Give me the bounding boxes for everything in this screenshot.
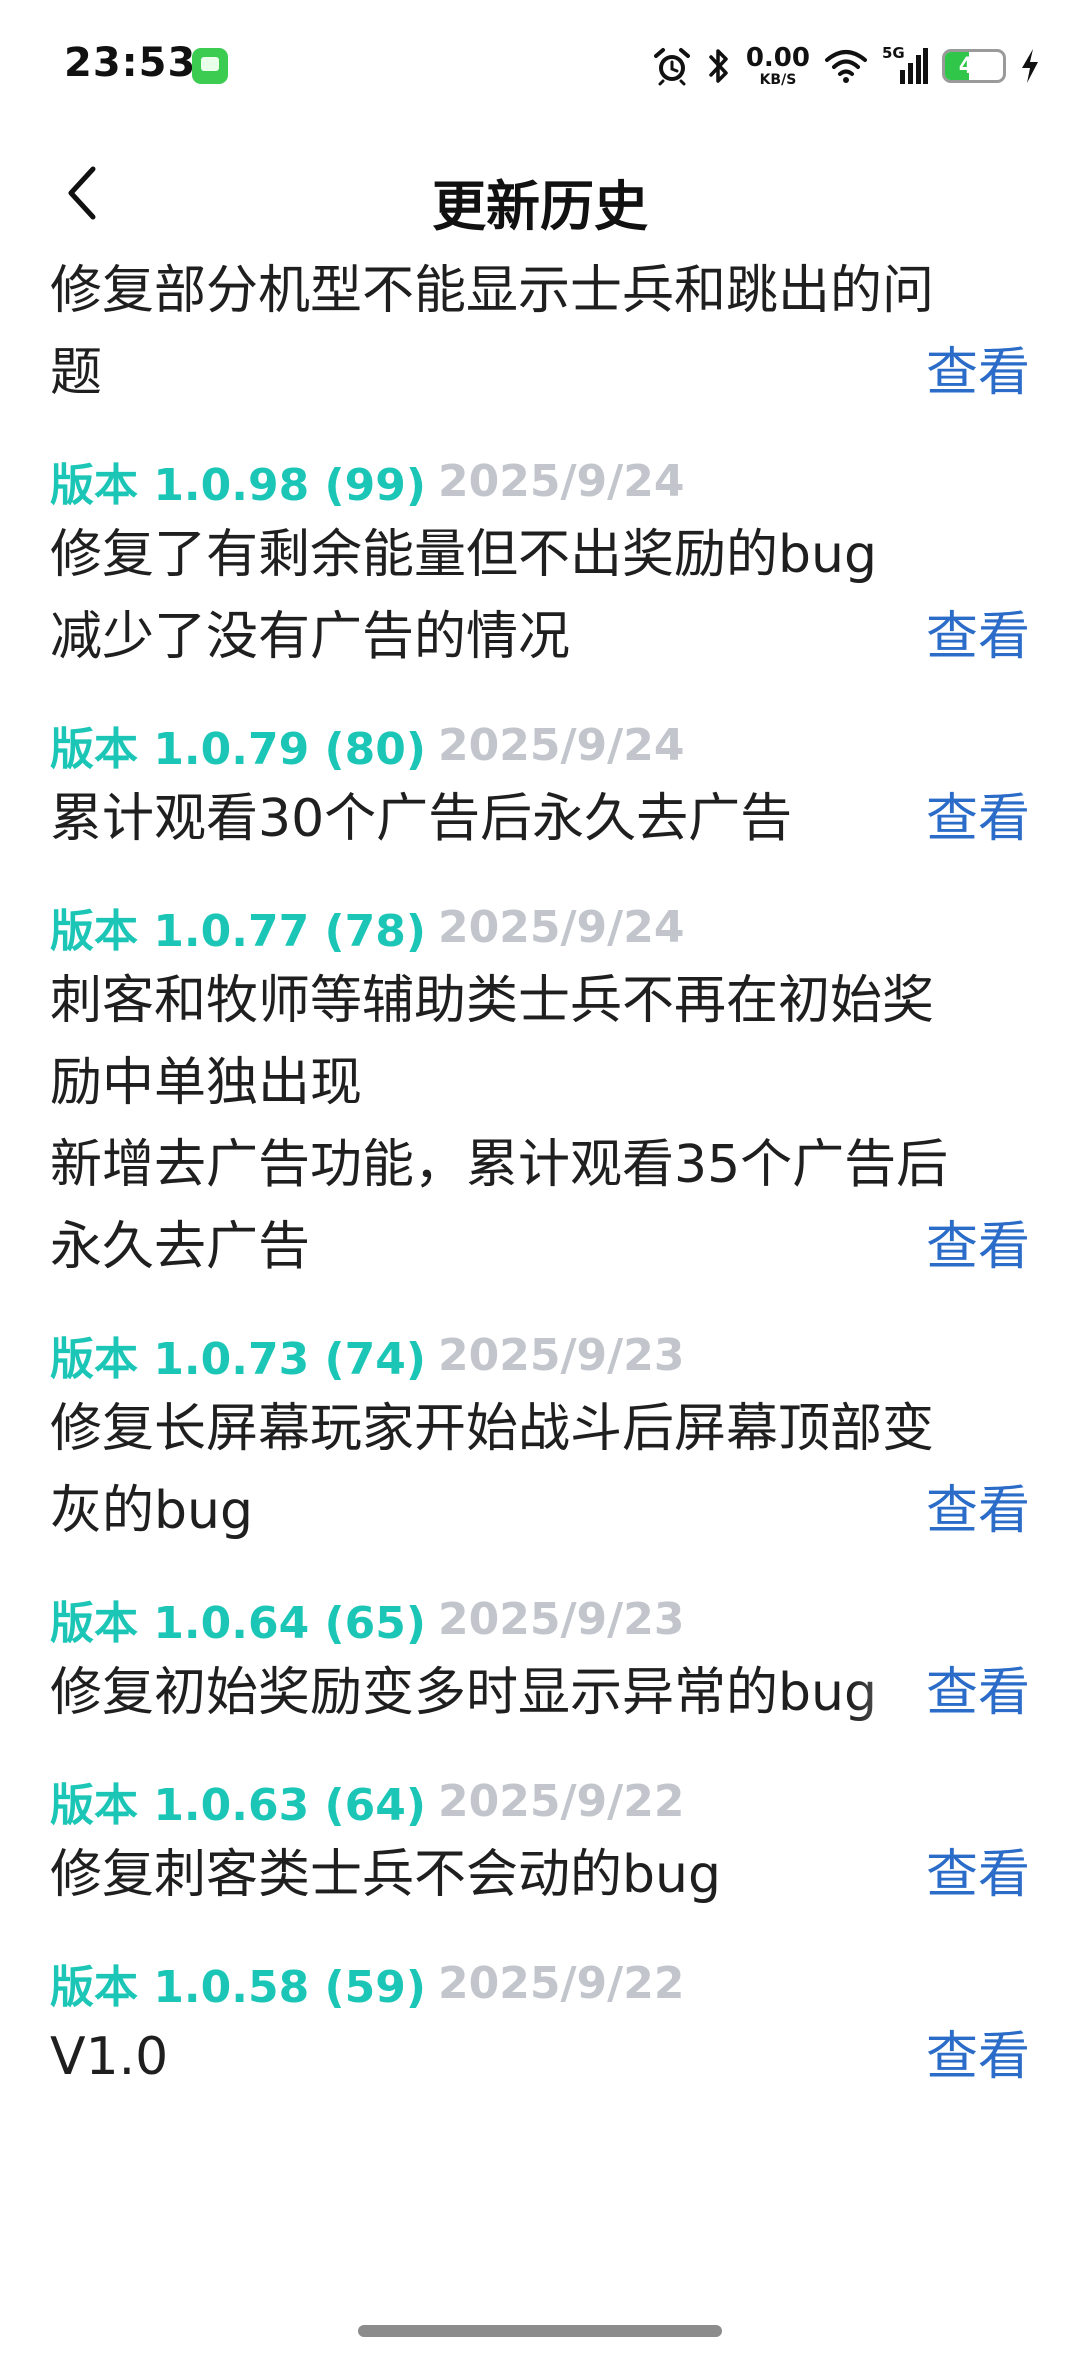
view-link[interactable]: 查看 — [926, 1470, 1030, 1552]
version-entry: 版本 1.0.79 (80) 2025/9/24 累计观看30个广告后永久去广告 查看 — [0, 712, 1080, 860]
release-note-line: 修复初始奖励变多时显示异常的bug — [50, 1663, 877, 1723]
network-speed-value: 0.00 — [745, 43, 810, 73]
version-entry: 版本 1.0.63 (64) 2025/9/22 修复刺客类士兵不会动的bug 查看 — [0, 1768, 1080, 1916]
version-entry: 版本 1.0.77 (78) 2025/9/24 刺客和牧师等辅助类士兵不再在初始奖… — [0, 894, 1080, 1288]
release-note-line: 累计观看30个广告后永久去广告 — [50, 789, 793, 849]
version-date: 2025/9/22 — [437, 1957, 685, 2009]
version-header: 版本 1.0.79 (80) 2025/9/24 — [50, 712, 1030, 778]
release-notes: 刺客和牧师等辅助类士兵不再在初始奖 励中单独出现新增去广告功能，累计观看35个广告… — [50, 960, 1030, 1288]
battery-icon: 41 — [942, 49, 1006, 83]
bluetooth-icon — [709, 49, 728, 83]
home-indicator[interactable] — [358, 2325, 722, 2337]
wifi-icon — [825, 50, 867, 83]
release-note-line: 减少了没有广告的情况 — [50, 607, 571, 667]
view-link[interactable]: 查看 — [926, 332, 1030, 414]
version-header: 版本 1.0.58 (59) 2025/9/22 — [50, 1950, 1030, 2016]
view-link[interactable]: 查看 — [926, 1834, 1030, 1916]
cellular-signal: 5G — [882, 46, 928, 86]
view-link[interactable]: 查看 — [926, 596, 1030, 678]
release-note-line: V1.0 — [50, 2027, 169, 2087]
release-note-line: 永久去广告 — [50, 1217, 311, 1277]
version-entry: 版本 1.0.98 (99) 2025/9/24 修复了有剩余能量但不出奖励的bug… — [0, 448, 1080, 678]
release-note-line: 修复部分机型不能显示士兵和跳出的问 — [50, 261, 935, 321]
version-label: 版本 1.0.98 (99) — [50, 460, 426, 511]
release-note-line: 修复长屏幕玩家开始战斗后屏幕顶部变 — [50, 1399, 935, 1459]
network-speed: 0.00 KB/S — [746, 45, 810, 87]
release-notes: 修复长屏幕玩家开始战斗后屏幕顶部变 灰的bug 查看 — [50, 1388, 1030, 1552]
version-label: 版本 1.0.64 (65) — [50, 1598, 426, 1649]
release-notes: 修复了有剩余能量但不出奖励的bug 减少了没有广告的情况 查看 — [50, 514, 1030, 678]
version-label: 版本 1.0.58 (59) — [50, 1962, 426, 2013]
update-history-list[interactable]: 修复部分机型不能显示士兵和跳出的问题查看 版本 1.0.98 (99) 2025/9… — [0, 250, 1080, 2132]
version-header: 版本 1.0.73 (74) 2025/9/23 — [50, 1322, 1030, 1388]
message-app-icon — [192, 48, 228, 84]
version-date: 2025/9/24 — [437, 455, 685, 507]
status-bar: 23:53 0.00 KB/S 5G 41 — [0, 0, 1080, 132]
release-note-line: 修复刺客类士兵不会动的bug — [50, 1845, 721, 1905]
version-date: 2025/9/22 — [437, 1775, 685, 1827]
release-notes: 修复刺客类士兵不会动的bug 查看 — [50, 1834, 1030, 1916]
version-entry: 修复部分机型不能显示士兵和跳出的问题 查看 — [0, 250, 1080, 414]
view-link[interactable]: 查看 — [926, 1206, 1030, 1288]
view-link[interactable]: 查看 — [926, 1652, 1030, 1734]
version-date: 2025/9/23 — [437, 1329, 685, 1381]
charging-icon — [1022, 49, 1038, 83]
header-bar: 更新历史 — [0, 148, 1080, 238]
version-date: 2025/9/23 — [437, 1593, 685, 1645]
status-time: 23:53 — [64, 40, 197, 86]
version-entry: 版本 1.0.64 (65) 2025/9/23 修复初始奖励变多时显示异常的bug… — [0, 1586, 1080, 1734]
update-history-screen: 23:53 0.00 KB/S 5G 41 更新历史 修复部分机型不能显示士兵和… — [0, 0, 1080, 2362]
view-link[interactable]: 查看 — [926, 2016, 1030, 2098]
version-date: 2025/9/24 — [437, 901, 685, 953]
version-header: 版本 1.0.77 (78) 2025/9/24 — [50, 894, 1030, 960]
release-note-line: 新增去广告功能，累计观看35个广告后 — [50, 1135, 949, 1195]
release-note-line: 灰的bug — [50, 1481, 253, 1541]
version-label: 版本 1.0.73 (74) — [50, 1334, 426, 1385]
version-label: 版本 1.0.79 (80) — [50, 724, 426, 775]
release-notes: 修复部分机型不能显示士兵和跳出的问题 查看 — [50, 250, 1030, 414]
release-notes: V1.0 查看 — [50, 2016, 1030, 2098]
version-label: 版本 1.0.63 (64) — [50, 1780, 426, 1831]
page-title: 更新历史 — [432, 175, 648, 238]
alarm-icon — [653, 48, 690, 86]
version-entry: 版本 1.0.73 (74) 2025/9/23 修复长屏幕玩家开始战斗后屏幕顶部变… — [0, 1322, 1080, 1552]
release-notes: 累计观看30个广告后永久去广告 查看 — [50, 778, 1030, 860]
version-date: 2025/9/24 — [437, 719, 685, 771]
release-note-line: 刺客和牧师等辅助类士兵不再在初始奖 — [50, 971, 935, 1031]
cellular-signal-icon — [900, 48, 928, 84]
version-label: 版本 1.0.77 (78) — [50, 906, 426, 957]
version-header: 版本 1.0.63 (64) 2025/9/22 — [50, 1768, 1030, 1834]
release-note-line: 修复了有剩余能量但不出奖励的bug — [50, 525, 877, 585]
release-note-line: 励中单独出现 — [50, 1053, 363, 1113]
battery-level: 41 — [958, 53, 990, 79]
view-link[interactable]: 查看 — [926, 778, 1030, 860]
version-header: 版本 1.0.98 (99) 2025/9/24 — [50, 448, 1030, 514]
release-notes: 修复初始奖励变多时显示异常的bug 查看 — [50, 1652, 1030, 1734]
version-entry: 版本 1.0.58 (59) 2025/9/22 V1.0 查看 — [0, 1950, 1080, 2098]
network-speed-unit: KB/S — [759, 72, 797, 88]
release-note-line: 题 — [50, 343, 103, 403]
version-header: 版本 1.0.64 (65) 2025/9/23 — [50, 1586, 1030, 1652]
status-icons: 0.00 KB/S 5G 41 — [652, 40, 1040, 92]
